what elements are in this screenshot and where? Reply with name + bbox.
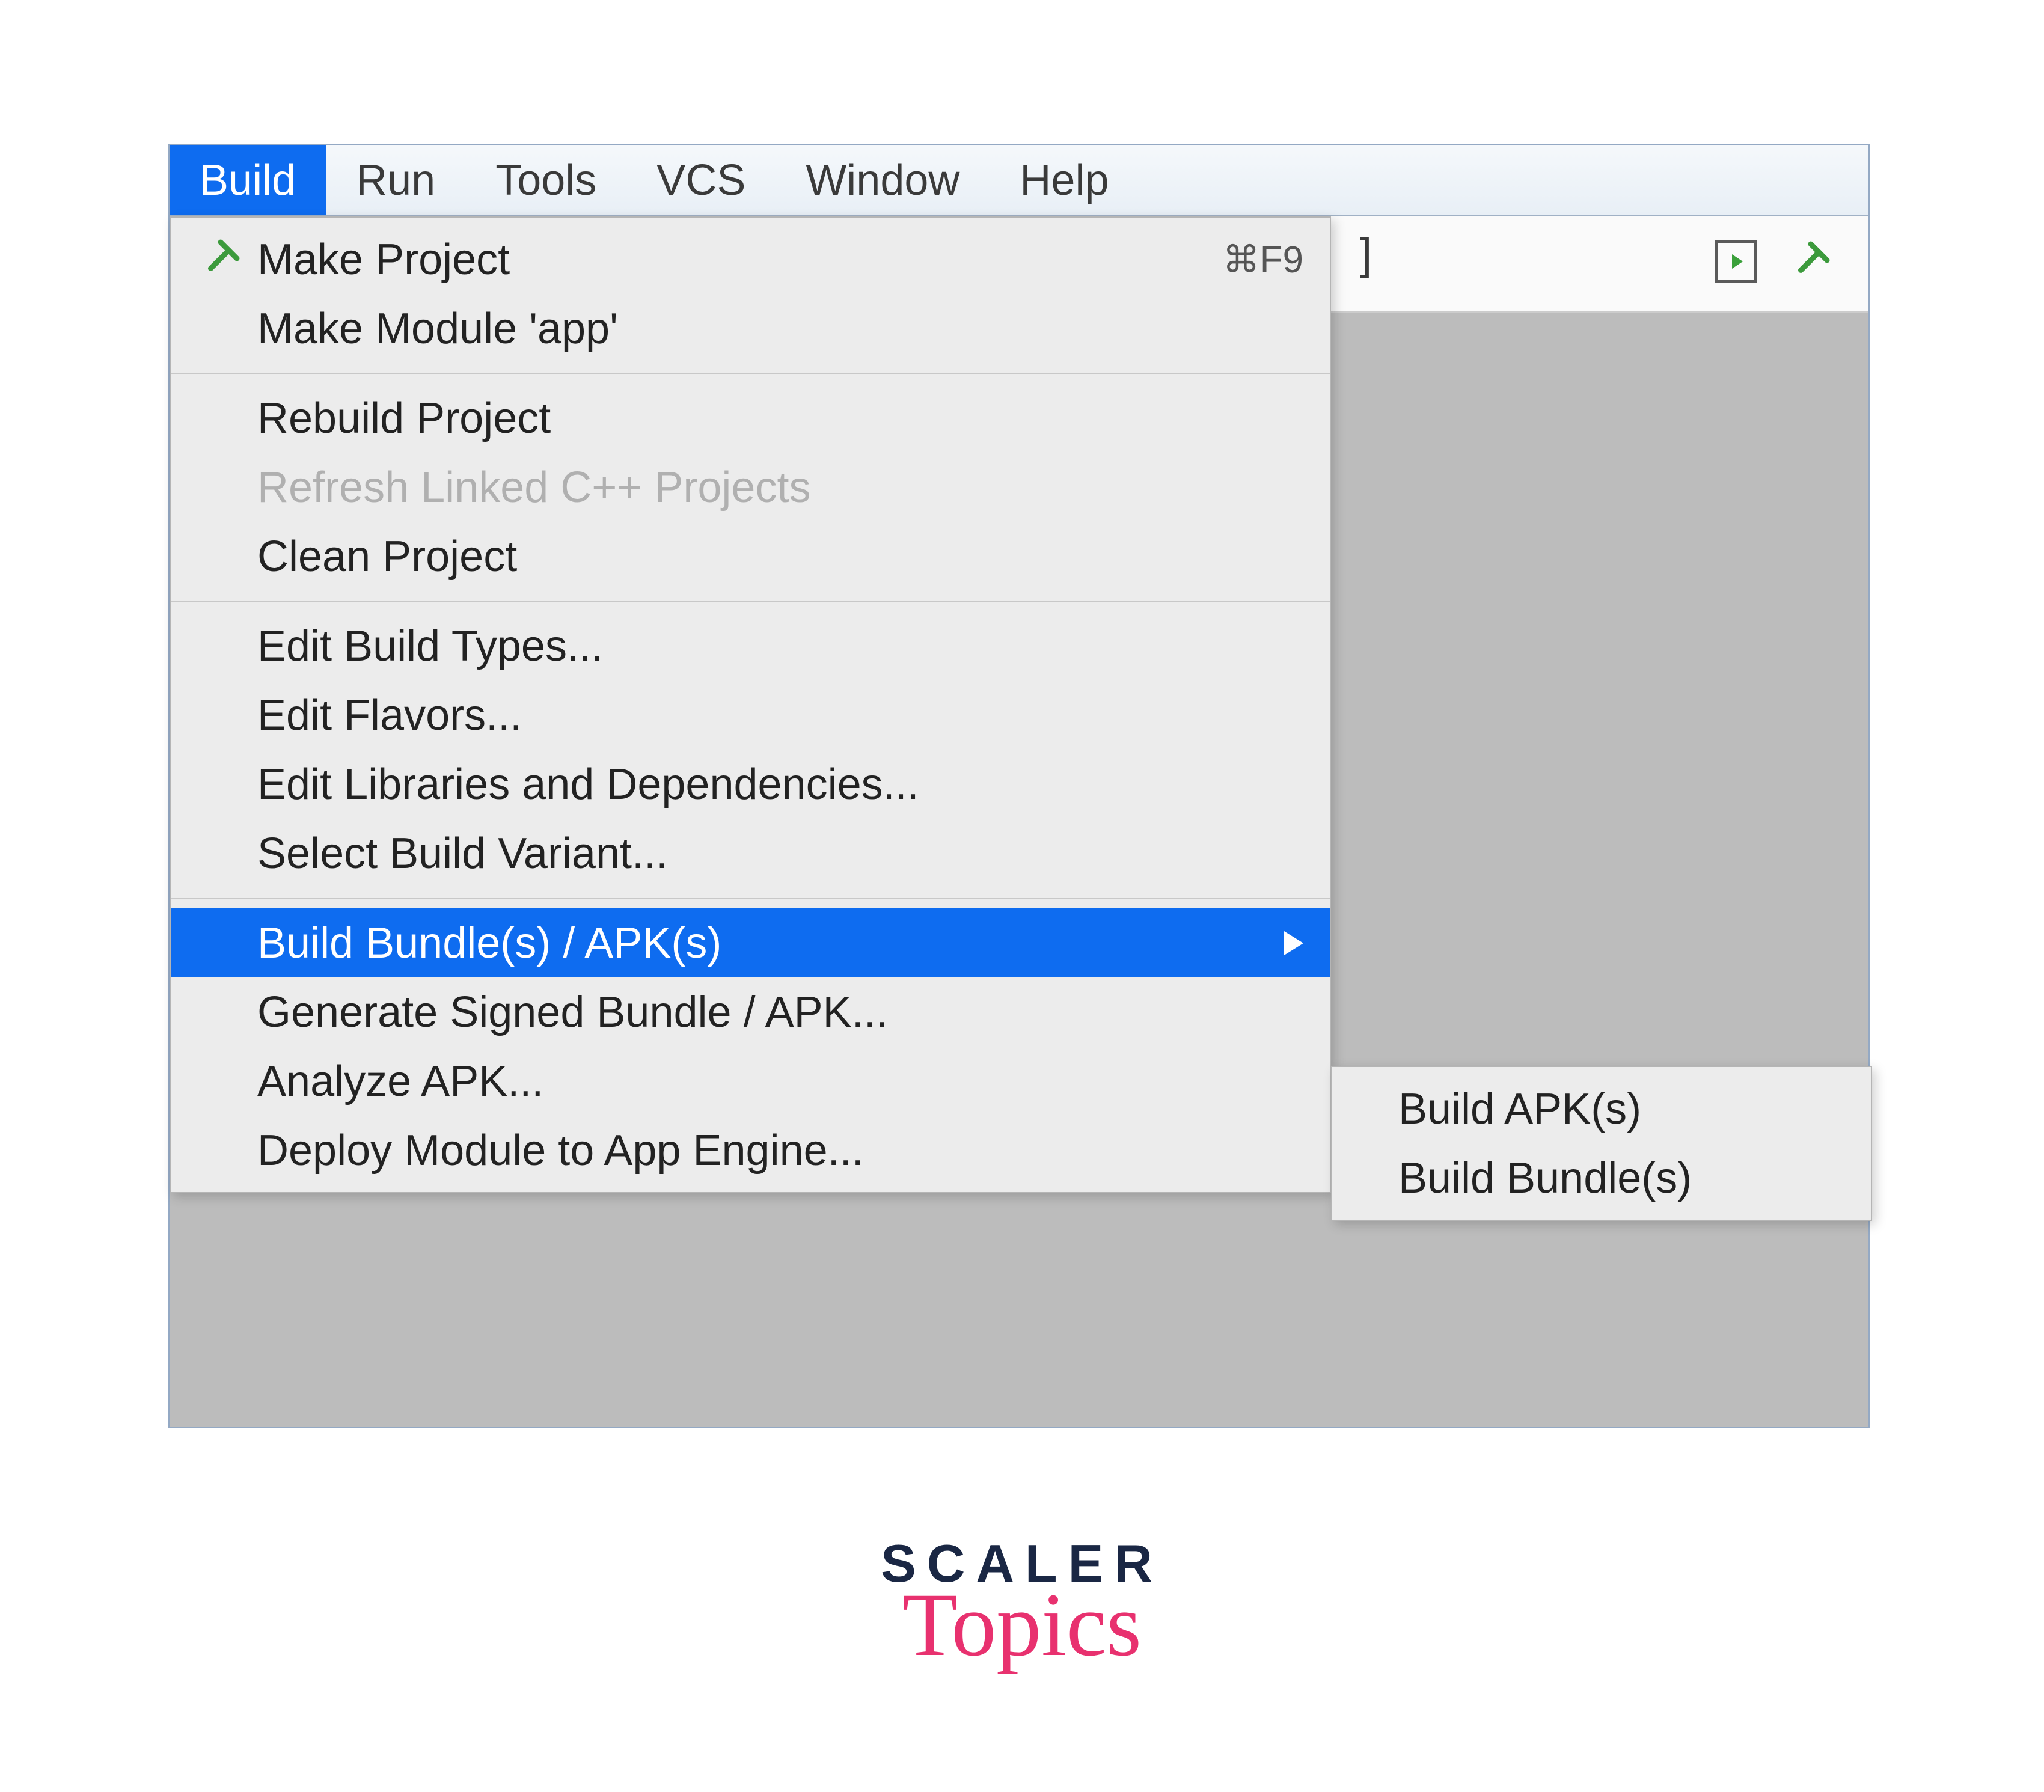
menubar-build[interactable]: Build xyxy=(170,145,326,215)
toolbar-extra-symbol: ] xyxy=(1360,230,1372,279)
menubar-vcs[interactable]: VCS xyxy=(626,145,776,215)
menu-item-label: Edit Flavors... xyxy=(257,691,1303,740)
menu-item-label: Edit Build Types... xyxy=(257,622,1303,671)
menu-item-label: Generate Signed Bundle / APK... xyxy=(257,988,1303,1037)
run-window-icon[interactable] xyxy=(1715,240,1757,283)
menu-make-project[interactable]: Make Project ⌘F9 xyxy=(171,225,1330,294)
menu-item-label: Clean Project xyxy=(257,532,1303,581)
ide-window: Build Run Tools VCS Window Help ] xyxy=(168,144,1870,1428)
menu-item-label: Build Bundle(s) xyxy=(1398,1154,1844,1203)
menubar-run[interactable]: Run xyxy=(326,145,465,215)
build-bundles-submenu: Build APK(s) Build Bundle(s) xyxy=(1331,1066,1872,1221)
menu-item-label: Make Module 'app' xyxy=(257,304,1303,353)
menubar-tools[interactable]: Tools xyxy=(465,145,626,215)
menu-item-label: Build Bundle(s) / APK(s) xyxy=(257,919,1266,968)
hammer-icon xyxy=(197,237,242,282)
menu-edit-build-types[interactable]: Edit Build Types... xyxy=(171,611,1330,680)
menubar: Build Run Tools VCS Window Help xyxy=(170,145,1868,216)
menu-separator xyxy=(171,601,1330,602)
hammer-icon[interactable] xyxy=(1787,239,1832,284)
menu-item-label: Make Project xyxy=(257,235,1223,284)
menu-rebuild-project[interactable]: Rebuild Project xyxy=(171,384,1330,453)
menu-item-label: Edit Libraries and Dependencies... xyxy=(257,760,1303,809)
menu-item-label: Deploy Module to App Engine... xyxy=(257,1126,1303,1175)
menu-item-shortcut: ⌘F9 xyxy=(1223,237,1303,281)
brand-logo: SCALER Topics xyxy=(881,1533,1163,1677)
menu-select-build-variant[interactable]: Select Build Variant... xyxy=(171,819,1330,888)
menu-item-label: Rebuild Project xyxy=(257,394,1303,443)
menu-build-bundles-apks[interactable]: Build Bundle(s) / APK(s) xyxy=(171,908,1330,977)
menu-clean-project[interactable]: Clean Project xyxy=(171,522,1330,591)
toolbar-right-icons xyxy=(1715,239,1832,284)
menu-edit-flavors[interactable]: Edit Flavors... xyxy=(171,680,1330,750)
menu-refresh-cpp: Refresh Linked C++ Projects xyxy=(171,453,1330,522)
menubar-help[interactable]: Help xyxy=(990,145,1139,215)
menu-make-module-app[interactable]: Make Module 'app' xyxy=(171,294,1330,363)
submenu-build-apks[interactable]: Build APK(s) xyxy=(1332,1074,1871,1143)
menu-item-label: Select Build Variant... xyxy=(257,829,1303,878)
brand-line2: Topics xyxy=(881,1573,1163,1677)
menu-item-label: Build APK(s) xyxy=(1398,1084,1844,1134)
submenu-arrow-icon xyxy=(1284,931,1303,955)
menu-item-label: Refresh Linked C++ Projects xyxy=(257,463,1303,512)
menu-separator xyxy=(171,373,1330,374)
menu-deploy-module-app-engine[interactable]: Deploy Module to App Engine... xyxy=(171,1116,1330,1185)
menubar-window[interactable]: Window xyxy=(776,145,990,215)
build-dropdown-menu: Make Project ⌘F9 Make Module 'app' Rebui… xyxy=(170,216,1331,1193)
menu-generate-signed-bundle[interactable]: Generate Signed Bundle / APK... xyxy=(171,977,1330,1047)
menu-separator xyxy=(171,898,1330,899)
submenu-build-bundles[interactable]: Build Bundle(s) xyxy=(1332,1143,1871,1213)
menu-item-label: Analyze APK... xyxy=(257,1057,1303,1106)
menu-edit-libraries[interactable]: Edit Libraries and Dependencies... xyxy=(171,750,1330,819)
menu-analyze-apk[interactable]: Analyze APK... xyxy=(171,1047,1330,1116)
